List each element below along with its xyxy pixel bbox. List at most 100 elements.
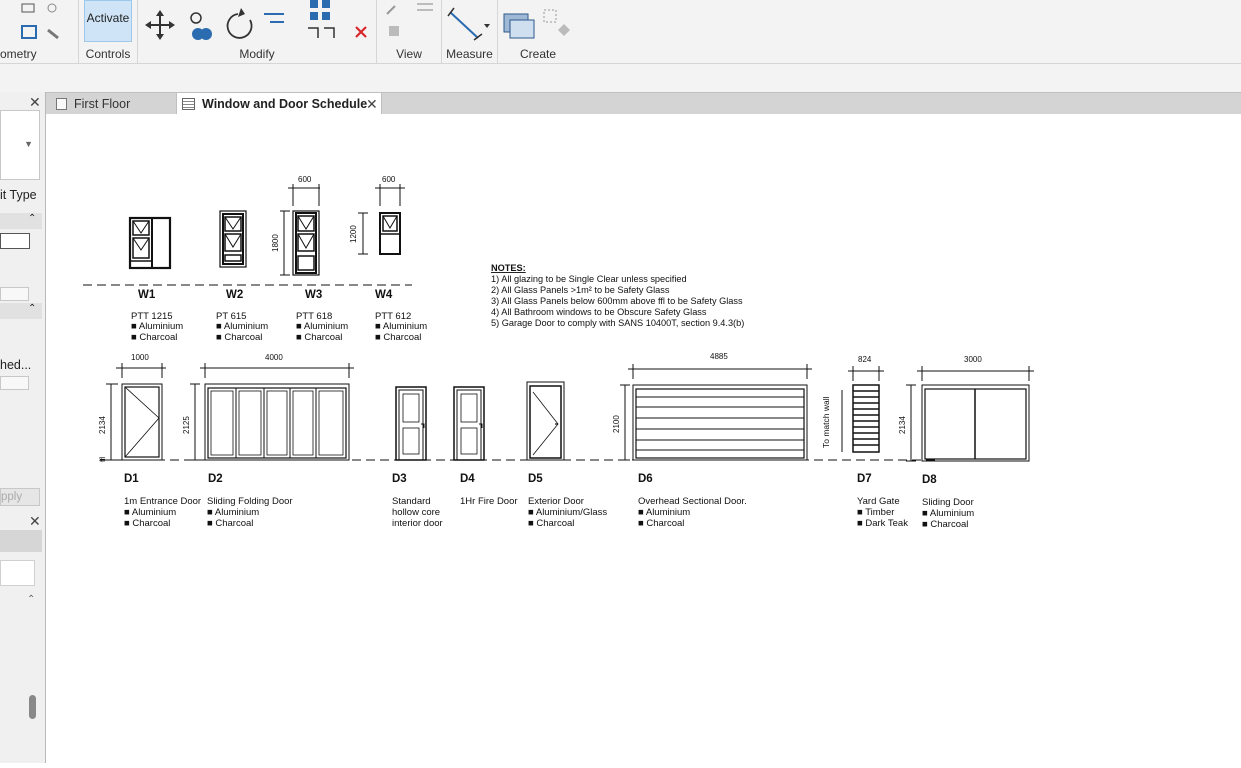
- ribbon-group-geometry: ometry: [0, 0, 79, 63]
- door-desc: ■ Dark Teak: [857, 518, 908, 529]
- door-d7: [841, 366, 884, 453]
- door-desc: interior door: [392, 518, 443, 529]
- ribbon-group-label: Measure: [446, 47, 493, 61]
- door-d5: [526, 381, 565, 461]
- apply-label: pply: [1, 491, 23, 503]
- window-tag: W2: [226, 289, 243, 301]
- property-input[interactable]: [0, 233, 30, 249]
- door-d2: [190, 363, 354, 461]
- ribbon-group-label: Create: [519, 47, 557, 61]
- collapse-icon: ⌃: [28, 303, 37, 314]
- window-w3: [280, 184, 320, 276]
- ribbon-group-controls: Controls: [79, 0, 138, 63]
- ribbon-group-label: View: [396, 47, 422, 61]
- geometry-tools-icon[interactable]: [0, 0, 78, 45]
- section-header[interactable]: ⌃: [0, 303, 42, 319]
- tab-first-floor[interactable]: First Floor: [52, 93, 174, 115]
- door-desc: Sliding Folding Door: [207, 496, 293, 507]
- chevron-down-icon: ▼: [24, 139, 33, 149]
- apply-button[interactable]: pply: [0, 488, 40, 506]
- drawing-canvas[interactable]: 600 1800 600 1200 W1 W2 W3 W4 PTT 1215 ■…: [46, 114, 1241, 763]
- dim-label: 3000: [964, 355, 982, 364]
- note-line: 5) Garage Door to comply with SANS 10400…: [491, 318, 744, 328]
- door-desc: ■ Charcoal: [922, 519, 968, 530]
- door-desc: ■ Charcoal: [528, 518, 574, 529]
- dim-label: 4000: [265, 353, 283, 362]
- move-icon[interactable]: [145, 10, 175, 40]
- notes-title: NOTES:: [491, 263, 526, 273]
- properties-panel: ✕ ▼ it Type ⌃ ⌃ hed... pply ✕ ⌃: [0, 92, 46, 763]
- dim-label: 824: [858, 355, 872, 364]
- tab-label: Window and Door Schedule: [202, 97, 368, 111]
- dim-label: 1200: [349, 225, 358, 243]
- door-d1: [106, 363, 166, 461]
- delete-x-icon[interactable]: [355, 26, 367, 38]
- type-label: it Type: [0, 188, 37, 202]
- scroll-thumb[interactable]: [29, 695, 36, 719]
- door-tag: D5: [528, 473, 543, 485]
- note-line: 2) All Glass Panels >1m² to be Safety Gl…: [491, 285, 670, 295]
- window-tag: W4: [375, 289, 393, 301]
- create-group-icon[interactable]: [503, 9, 570, 39]
- door-desc: 1m Entrance Door: [124, 496, 201, 507]
- panel2-search[interactable]: [0, 560, 35, 586]
- scroll-up-icon: ⌃: [27, 594, 36, 605]
- door-desc: ■ Charcoal: [124, 518, 170, 529]
- door-desc: Exterior Door: [528, 496, 584, 507]
- door-d4: [453, 386, 485, 461]
- ribbon-footer-strip: [0, 64, 1241, 92]
- window-desc: ■ Charcoal: [375, 332, 421, 343]
- door-desc: ■ Charcoal: [207, 518, 253, 529]
- door-desc: ■ Aluminium: [124, 507, 176, 518]
- ribbon-group-label: Modify: [239, 47, 275, 61]
- property-field[interactable]: [0, 376, 29, 390]
- door-desc: Standard: [392, 496, 431, 507]
- ribbon-group-create: Create: [498, 0, 578, 63]
- window-w1: [128, 216, 172, 270]
- door-tag: D3: [392, 473, 407, 485]
- floor-plan-icon: [56, 98, 67, 110]
- ribbon-group-view: View: [377, 0, 442, 63]
- window-tag: W1: [138, 289, 156, 301]
- window-w2: [219, 210, 247, 268]
- ribbon-group-label: Controls: [85, 47, 131, 61]
- offset-icon[interactable]: [190, 12, 212, 40]
- door-desc: ■ Aluminium/Glass: [528, 507, 607, 518]
- dim-label: 2100: [612, 415, 621, 433]
- ribbon: ometry Activate Controls Modify View Mea…: [0, 0, 1241, 64]
- dim-label: 2134: [98, 416, 107, 434]
- section-header[interactable]: ⌃: [0, 213, 42, 229]
- panel2-header: [0, 530, 42, 552]
- property-field[interactable]: [0, 287, 29, 301]
- view-tools-icon[interactable]: [386, 3, 433, 36]
- note-line: 3) All Glass Panels below 600mm above ff…: [491, 296, 743, 306]
- panel2-scrollbar[interactable]: ⌃: [24, 594, 41, 763]
- tab-label: First Floor: [74, 97, 131, 111]
- field-label: hed...: [0, 358, 32, 372]
- dim-label: 4885: [710, 352, 728, 361]
- dim-label: 2125: [182, 416, 191, 434]
- panel2-close-icon[interactable]: ✕: [29, 513, 41, 530]
- tab-close-icon[interactable]: ✕: [366, 93, 378, 115]
- door-desc: Yard Gate: [857, 496, 900, 507]
- tab-window-and-door-schedule[interactable]: Window and Door Schedule ✕: [176, 93, 382, 115]
- schedule-icon: [182, 98, 195, 110]
- door-desc: ■ Aluminium: [638, 507, 690, 518]
- door-desc: ■ Aluminium: [207, 507, 259, 518]
- note-line: 4) All Bathroom windows to be Obscure Sa…: [491, 307, 707, 317]
- door-tag: D1: [124, 473, 139, 485]
- door-tag: D7: [857, 473, 872, 485]
- door-d6: [620, 364, 812, 461]
- note-line: 1) All glazing to be Single Clear unless…: [491, 274, 687, 284]
- rotate-icon[interactable]: [226, 8, 253, 39]
- ribbon-group-label: ometry: [0, 47, 37, 61]
- type-selector[interactable]: ▼: [0, 110, 40, 180]
- window-desc: ■ Aluminium: [296, 321, 348, 332]
- array-icon[interactable]: [264, 0, 335, 38]
- measure-icon[interactable]: [447, 7, 490, 41]
- door-tag: D2: [208, 473, 223, 485]
- window-desc: ■ Aluminium: [131, 321, 183, 332]
- panel-close-icon[interactable]: ✕: [29, 94, 41, 111]
- schedule-drawing: 600 1800 600 1200 W1 W2 W3 W4 PTT 1215 ■…: [83, 175, 1034, 530]
- dim-label: To match wall: [821, 396, 831, 448]
